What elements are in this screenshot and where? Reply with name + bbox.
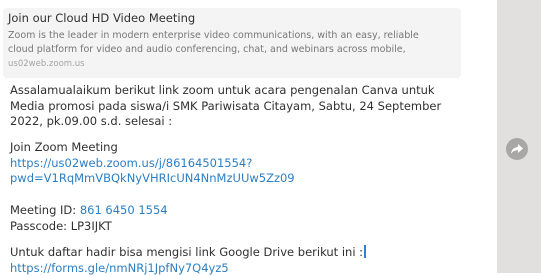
greeting-text: Assalamualaikum berikut link zoom untuk … [10,83,441,130]
text-line: Assalamualaikum berikut link zoom untuk … [10,83,441,99]
attendance-block: Untuk daftar hadir bisa mengisi link Goo… [10,245,366,276]
link-preview-title: Join our Cloud HD Video Meeting [8,11,453,26]
forward-arrow-icon [510,143,524,155]
text-line: 2022, pk.09.00 s.d. selesai : [10,114,441,130]
text-line: Media promosi pada siswa/i SMK Pariwisat… [10,99,441,115]
passcode-line: Passcode: LP3IJKT [10,219,168,235]
forward-message-button[interactable] [506,138,528,160]
chat-background-rail [497,0,541,273]
meeting-id-link[interactable]: 861 6450 1554 [80,203,168,217]
zoom-meeting-link[interactable]: https://us02web.zoom.us/j/86164501554? [10,156,295,172]
link-preview-description-line: Zoom is the leader in modern enterprise … [8,29,453,43]
attendance-text: Untuk daftar hadir bisa mengisi link Goo… [10,245,363,259]
text-cursor [364,245,366,258]
meeting-details-block: Meeting ID: 861 6450 1554 Passcode: LP3I… [10,203,168,234]
message-bubble: Join our Cloud HD Video Meeting Zoom is … [0,0,497,273]
meeting-id-line: Meeting ID: 861 6450 1554 [10,203,168,219]
join-meeting-block: Join Zoom Meeting https://us02web.zoom.u… [10,140,295,187]
zoom-meeting-link[interactable]: pwd=V1RqMmVBQkNyVHRIcUN4NnMzUUw5Zz09 [10,171,295,187]
join-meeting-label: Join Zoom Meeting [10,140,295,156]
attendance-form-link[interactable]: https://forms.gle/nmNRj1JpfNy7Q4yz5 [10,261,366,276]
link-preview-domain: us02web.zoom.us [8,58,453,71]
meeting-id-label: Meeting ID: [10,203,80,217]
link-preview-card[interactable]: Join our Cloud HD Video Meeting Zoom is … [3,8,461,78]
link-preview-description-line: cloud platform for video and audio confe… [8,43,453,57]
attendance-line: Untuk daftar hadir bisa mengisi link Goo… [10,245,366,261]
